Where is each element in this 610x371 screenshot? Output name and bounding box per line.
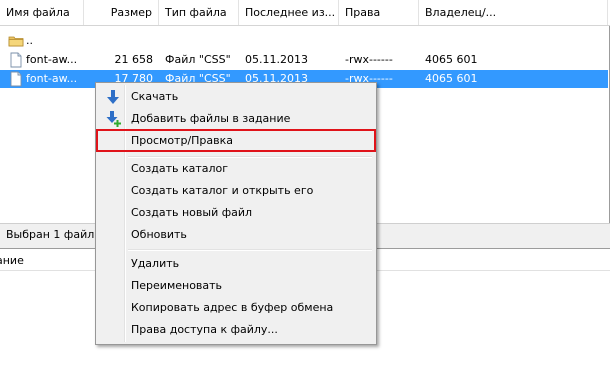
menu-item-create-directory[interactable]: Создать каталог xyxy=(98,158,374,180)
menu-item-label: Обновить xyxy=(131,228,187,241)
menu-item-label: Переименовать xyxy=(131,279,223,292)
menu-item-add-to-queue[interactable]: Добавить файлы в задание xyxy=(98,108,374,130)
file-owner: 4065 601 xyxy=(425,72,478,85)
file-type: Файл "CSS" xyxy=(165,53,231,66)
menu-item-label: Права доступа к файлу... xyxy=(131,323,278,336)
add-to-queue-icon xyxy=(105,111,121,127)
file-row[interactable]: font-aw... 21 658 Файл "CSS" 05.11.2013 … xyxy=(0,51,608,69)
column-header-owner[interactable]: Владелец/... xyxy=(419,0,608,25)
menu-item-label: Добавить файлы в задание xyxy=(131,112,291,125)
column-header-size[interactable]: Размер xyxy=(84,0,159,25)
menu-item-label: Создать каталог xyxy=(131,162,229,175)
menu-item-label: Копировать адрес в буфер обмена xyxy=(131,301,334,314)
file-name: .. xyxy=(26,34,33,47)
column-header-permissions[interactable]: Права xyxy=(339,0,419,25)
menu-item-label: Создать новый файл xyxy=(131,206,253,219)
context-menu: Скачать Добавить файлы в задание Просмот… xyxy=(95,82,377,345)
menu-item-label: Создать каталог и открыть его xyxy=(131,184,314,197)
column-header-filename[interactable]: Имя файла xyxy=(0,0,84,25)
menu-item-label: Скачать xyxy=(131,90,179,103)
file-name: font-aw... xyxy=(26,72,78,85)
file-size: 21 658 xyxy=(114,53,154,66)
menu-item-rename[interactable]: Переименовать xyxy=(98,275,374,297)
menu-separator xyxy=(128,249,372,251)
menu-item-label: Удалить xyxy=(131,257,180,270)
menu-item-delete[interactable]: Удалить xyxy=(98,253,374,275)
file-list-header: Имя файла Размер Тип файла Последнее из.… xyxy=(0,0,610,26)
menu-item-create-directory-and-open[interactable]: Создать каталог и открыть его xyxy=(98,180,374,202)
download-arrow-icon xyxy=(105,89,121,105)
menu-item-refresh[interactable]: Обновить xyxy=(98,224,374,246)
queue-column-header[interactable]: ание xyxy=(0,254,24,267)
column-header-modified[interactable]: Последнее из... xyxy=(239,0,339,25)
file-permissions: -rwx------ xyxy=(345,53,393,66)
menu-item-file-permissions[interactable]: Права доступа к файлу... xyxy=(98,319,374,341)
menu-item-create-new-file[interactable]: Создать новый файл xyxy=(98,202,374,224)
file-name: font-aw... xyxy=(26,53,78,66)
column-header-type[interactable]: Тип файла xyxy=(159,0,239,25)
file-row-parent[interactable]: .. xyxy=(0,32,608,50)
file-owner: 4065 601 xyxy=(425,53,478,66)
menu-item-download[interactable]: Скачать xyxy=(98,86,374,108)
menu-item-view-edit[interactable]: Просмотр/Правка xyxy=(96,129,376,152)
menu-item-label: Просмотр/Правка xyxy=(131,134,234,147)
menu-item-copy-url[interactable]: Копировать адрес в буфер обмена xyxy=(98,297,374,319)
file-modified: 05.11.2013 xyxy=(245,53,308,66)
